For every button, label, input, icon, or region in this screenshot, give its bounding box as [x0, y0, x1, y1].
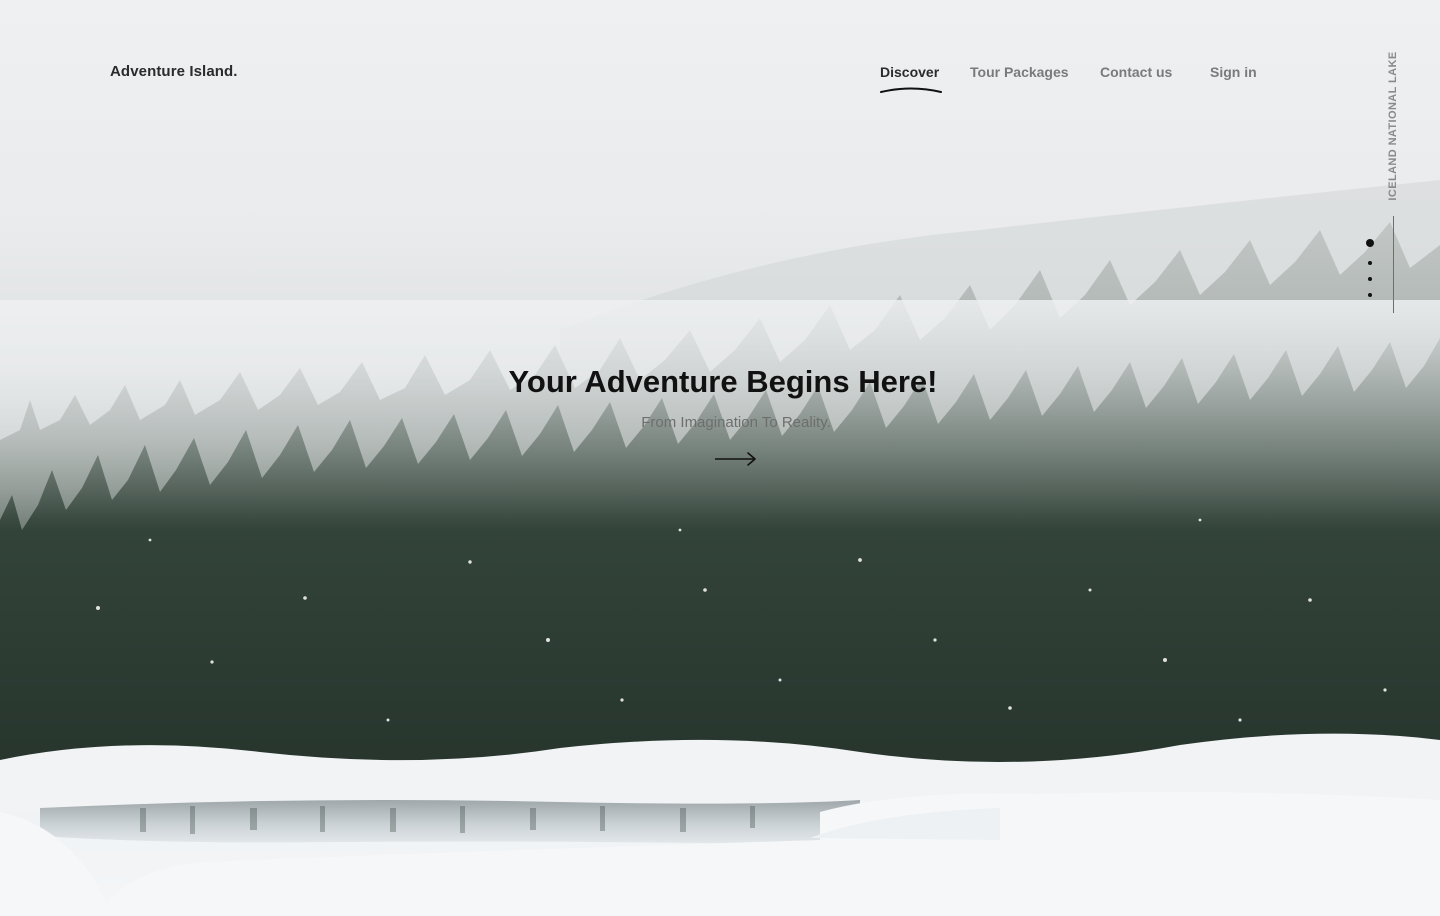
slider-dot-1-active[interactable]	[1366, 239, 1374, 247]
nav-item-sign-in[interactable]: Sign in	[1210, 64, 1257, 80]
slider-dot-3[interactable]	[1368, 277, 1372, 281]
nav-item-tour-packages[interactable]: Tour Packages	[970, 64, 1069, 80]
location-label: ICELAND NATIONAL LAKE	[1387, 51, 1399, 201]
arrow-right-icon[interactable]	[714, 450, 758, 468]
nav-item-discover[interactable]: Discover	[880, 64, 939, 80]
hero-section: Adventure Island. Discover Tour Packages…	[0, 0, 1440, 916]
slider-dot-4[interactable]	[1368, 293, 1372, 297]
active-nav-underline	[880, 87, 942, 93]
hero-title: Your Adventure Begins Here!	[508, 364, 938, 399]
nav-item-contact-us[interactable]: Contact us	[1100, 64, 1172, 80]
brand-logo[interactable]: Adventure Island.	[110, 63, 238, 80]
slider-dot-2[interactable]	[1368, 261, 1372, 265]
slider-track-line	[1393, 216, 1394, 313]
hero-subtitle: From Imagination To Reality.	[641, 414, 831, 431]
